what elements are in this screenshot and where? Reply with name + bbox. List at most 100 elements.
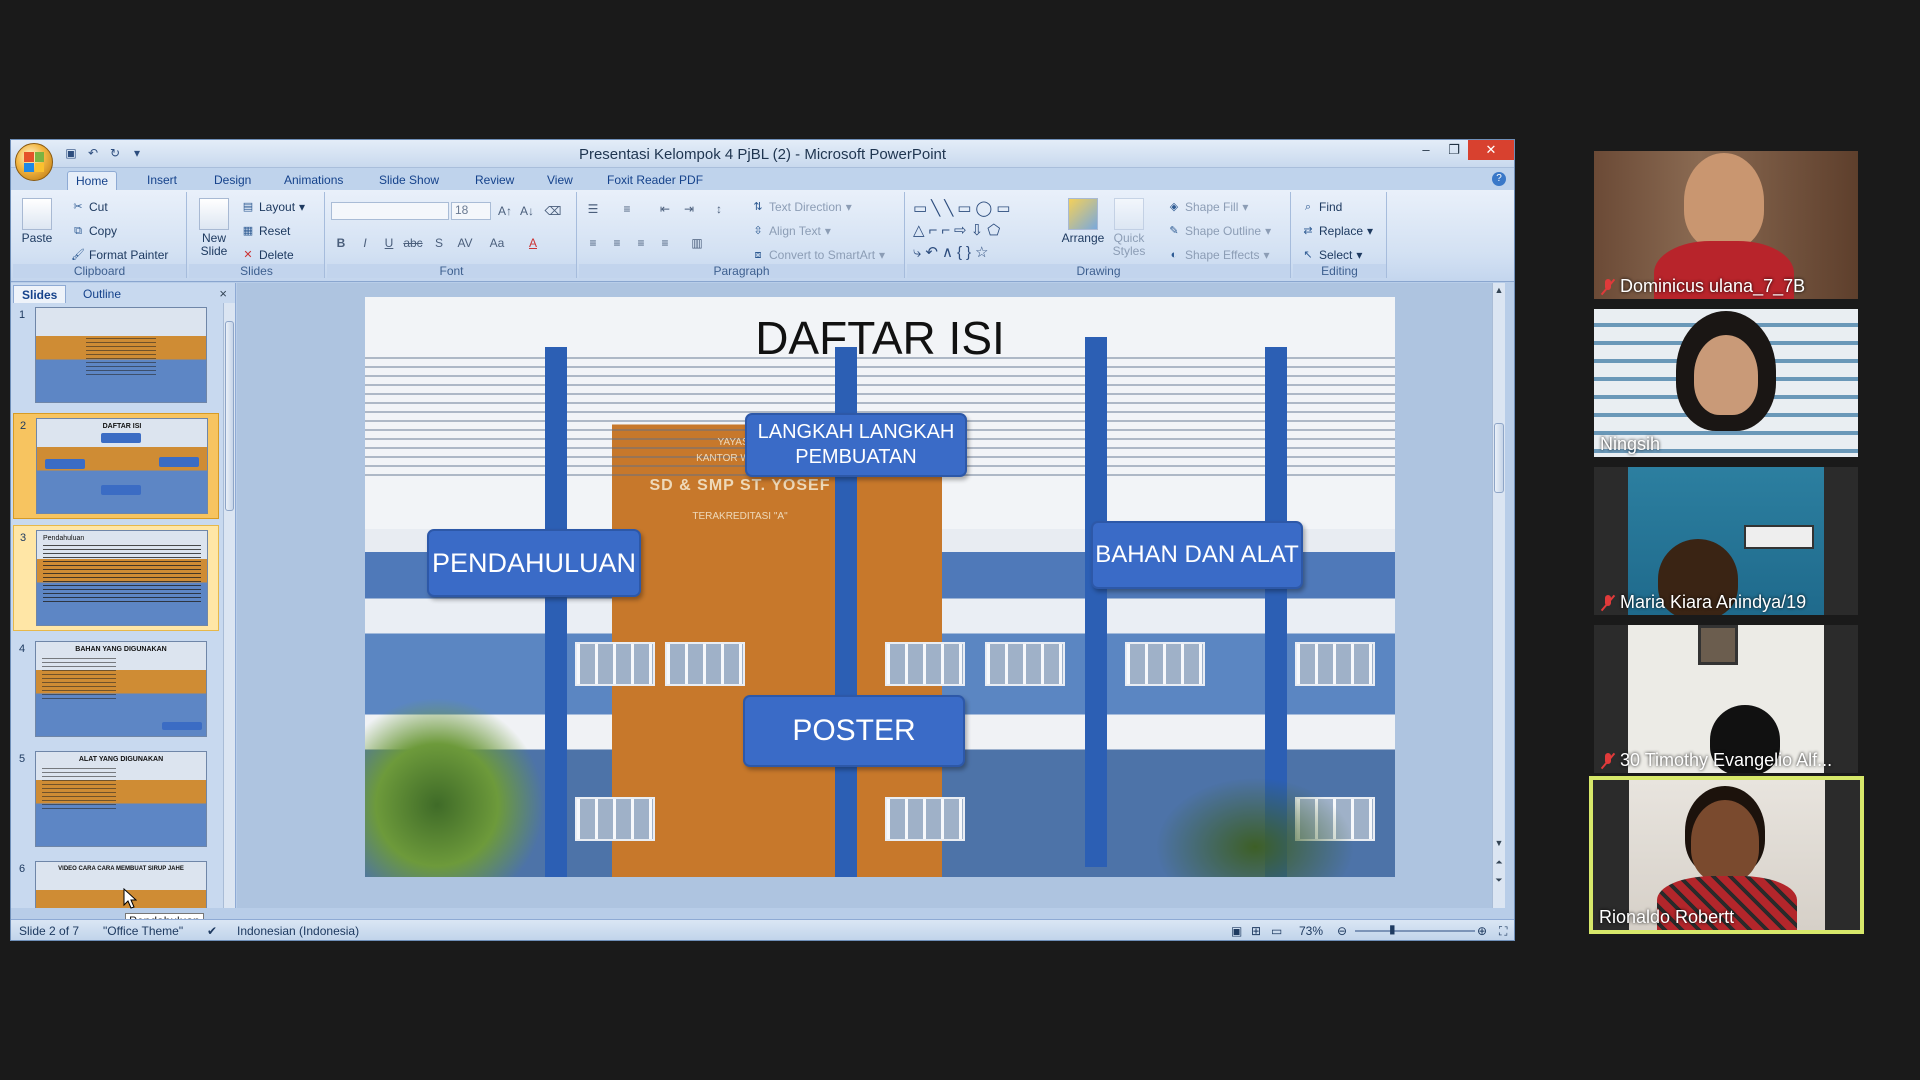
numbering-icon[interactable]: ≡: [617, 200, 637, 218]
participant-tile[interactable]: Maria Kiara Anindya/19: [1594, 467, 1858, 615]
align-center-icon[interactable]: ≡: [607, 234, 627, 252]
participant-tile[interactable]: Ningsih: [1594, 309, 1858, 457]
tab-slide-show[interactable]: Slide Show: [371, 171, 447, 190]
layout-button[interactable]: ▤ Layout ▾: [241, 200, 305, 214]
new-slide-button[interactable]: New Slide: [193, 198, 235, 258]
language-status[interactable]: Indonesian (Indonesia): [237, 924, 359, 938]
increase-indent-icon[interactable]: ⇥: [679, 200, 699, 218]
tab-animations[interactable]: Animations: [276, 171, 351, 190]
bold-icon[interactable]: B: [331, 234, 351, 252]
box-bahan-dan-alat[interactable]: BAHAN DAN ALAT: [1091, 521, 1303, 589]
tab-slides[interactable]: Slides: [13, 285, 67, 303]
slide-show-icon[interactable]: ▭: [1271, 924, 1282, 938]
slide-thumbnail-6[interactable]: 6 VIDEO CARA CARA MEMBUAT SIRUP JAHE: [13, 857, 219, 908]
char-spacing-icon[interactable]: AV: [455, 234, 475, 252]
slide-thumbnail-2[interactable]: 2 DAFTAR ISI: [13, 413, 219, 519]
font-size-combo[interactable]: 18: [451, 202, 491, 220]
slide-thumbnail-1[interactable]: 1: [13, 303, 219, 409]
delete-button[interactable]: ✕ Delete: [241, 248, 293, 262]
slide-thumbnail-3[interactable]: 3 Pendahuluan: [13, 525, 219, 631]
cut-button[interactable]: ✂ Cut: [71, 200, 107, 214]
paste-button[interactable]: Paste: [19, 198, 55, 245]
zoom-in-icon[interactable]: ⊕: [1477, 924, 1487, 938]
justify-icon[interactable]: ≡: [655, 234, 675, 252]
zoom-level[interactable]: 73%: [1299, 924, 1323, 938]
normal-view-icon[interactable]: ▣: [1231, 924, 1242, 938]
theme-name[interactable]: "Office Theme": [103, 924, 183, 938]
participant-name-text: Dominicus ulana_7_7B: [1620, 276, 1806, 296]
editing-group-label: Editing: [1293, 264, 1386, 278]
grow-font-icon[interactable]: A↑: [495, 202, 515, 220]
tab-view[interactable]: View: [539, 171, 581, 190]
find-button[interactable]: ⌕ Find: [1301, 200, 1342, 214]
zoom-slider[interactable]: [1355, 930, 1475, 932]
scroll-up-icon[interactable]: ▲: [1493, 285, 1505, 295]
fit-to-window-icon[interactable]: ⛶: [1499, 924, 1507, 939]
scroll-down-icon[interactable]: ▼: [1493, 838, 1505, 848]
thumbnail-title: DAFTAR ISI: [102, 423, 142, 430]
slide-scrollbar[interactable]: ▲ ▼ ⏶ ⏷: [1492, 283, 1505, 908]
underline-icon[interactable]: U: [379, 234, 399, 252]
font-color-icon[interactable]: A: [523, 234, 543, 252]
box-poster[interactable]: POSTER: [743, 695, 965, 767]
spell-check-icon[interactable]: ✔: [207, 924, 217, 938]
participant-tile[interactable]: 30 Timothy Evangelio Alf...: [1594, 625, 1858, 773]
shrink-font-icon[interactable]: A↓: [517, 202, 537, 220]
reset-button[interactable]: ▦ Reset: [241, 224, 291, 238]
replace-button[interactable]: ⇄ Replace ▾: [1301, 224, 1373, 238]
bullets-icon[interactable]: ☰: [583, 200, 603, 218]
office-button[interactable]: [15, 143, 53, 181]
shape-effects-button[interactable]: ◐ Shape Effects ▾: [1167, 248, 1270, 262]
minimize-icon[interactable]: –: [1412, 140, 1440, 160]
align-text-button[interactable]: ⇳ Align Text ▾: [751, 224, 830, 238]
previous-slide-icon[interactable]: ⏶: [1493, 857, 1505, 868]
shape-fill-button[interactable]: ◈ Shape Fill ▾: [1167, 200, 1249, 214]
convert-smartart-button[interactable]: ⧈ Convert to SmartArt ▾: [751, 248, 886, 262]
slide-canvas[interactable]: YAYASAN KANTOR WILAYAH SD & SMP ST. YOSE…: [365, 297, 1395, 877]
slide-thumbnail-5[interactable]: 5 ALAT YANG DIGUNAKAN: [13, 747, 219, 853]
tab-design[interactable]: Design: [206, 171, 259, 190]
box-pendahuluan[interactable]: PENDAHULUAN: [427, 529, 641, 597]
thumbnail-scrollbar[interactable]: [223, 303, 235, 908]
participant-tile[interactable]: Dominicus ulana_7_7B: [1594, 151, 1858, 299]
format-painter-button[interactable]: 🖌 Format Painter: [71, 248, 168, 262]
slide-thumbnail-4[interactable]: 4 BAHAN YANG DIGUNAKAN: [13, 637, 219, 743]
tab-outline[interactable]: Outline: [75, 285, 129, 303]
restore-icon[interactable]: ❐: [1440, 140, 1468, 160]
arrange-button[interactable]: Arrange: [1059, 198, 1107, 245]
shapes-gallery[interactable]: ▭╲╲▭◯▭ △⌐⌐⇨⇩⬠ ⤷↶∧{}☆: [913, 198, 1055, 264]
help-icon[interactable]: ?: [1492, 172, 1506, 186]
close-icon[interactable]: ✕: [1468, 140, 1514, 160]
change-case-icon[interactable]: Aa: [487, 234, 507, 252]
strikethrough-icon[interactable]: abc: [403, 234, 423, 252]
tree: [1155, 777, 1355, 877]
next-slide-icon[interactable]: ⏷: [1493, 875, 1505, 886]
scrollbar-thumb[interactable]: [225, 321, 234, 511]
columns-icon[interactable]: ▥: [687, 234, 707, 252]
align-left-icon[interactable]: ≡: [583, 234, 603, 252]
font-name-combo[interactable]: [331, 202, 449, 220]
decrease-indent-icon[interactable]: ⇤: [655, 200, 675, 218]
tab-review[interactable]: Review: [467, 171, 522, 190]
copy-button[interactable]: ⧉ Copy: [71, 224, 117, 238]
zoom-slider-thumb[interactable]: ▮: [1389, 922, 1396, 936]
italic-icon[interactable]: I: [355, 234, 375, 252]
shadow-icon[interactable]: S: [429, 234, 449, 252]
box-langkah-pembuatan[interactable]: LANGKAH LANGKAH PEMBUATAN: [745, 413, 967, 477]
shape-outline-button[interactable]: ✎ Shape Outline ▾: [1167, 224, 1271, 238]
clear-format-icon[interactable]: ⌫: [543, 202, 563, 220]
participant-tile-active-speaker[interactable]: Rionaldo Robertt: [1589, 776, 1864, 934]
quick-styles-button[interactable]: Quick Styles: [1109, 198, 1149, 258]
pane-close-icon[interactable]: ×: [219, 286, 227, 301]
scrollbar-thumb[interactable]: [1494, 423, 1504, 493]
slide-title[interactable]: DAFTAR ISI: [365, 311, 1395, 365]
select-button[interactable]: ↖ Select ▾: [1301, 248, 1362, 262]
tab-home[interactable]: Home: [67, 171, 118, 190]
zoom-out-icon[interactable]: ⊖: [1337, 924, 1347, 938]
line-spacing-icon[interactable]: ↕: [709, 200, 729, 218]
align-right-icon[interactable]: ≡: [631, 234, 651, 252]
slide-sorter-icon[interactable]: ⊞: [1251, 924, 1261, 938]
tab-foxit-reader-pdf[interactable]: Foxit Reader PDF: [599, 171, 711, 190]
text-direction-button[interactable]: ⇅ Text Direction ▾: [751, 200, 851, 214]
tab-insert[interactable]: Insert: [139, 171, 185, 190]
